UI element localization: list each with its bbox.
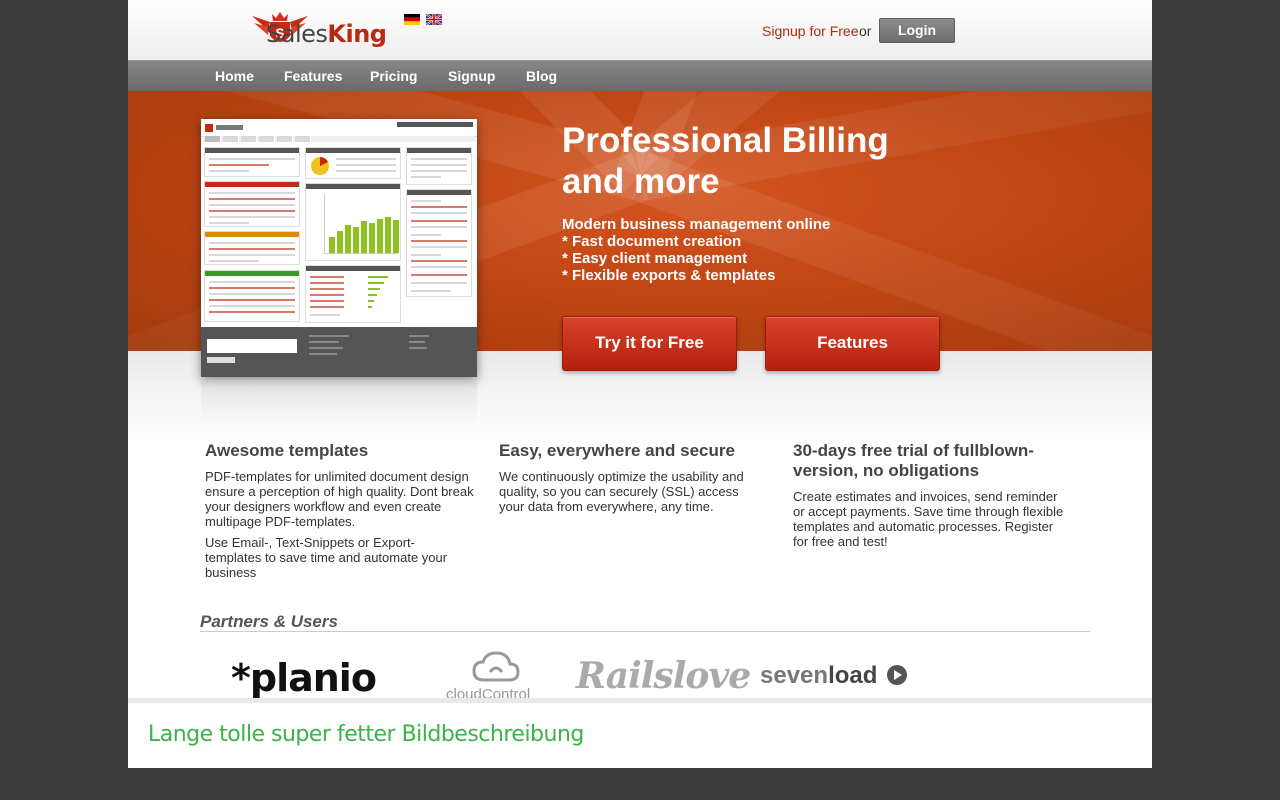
main-nav: Home Features Pricing Signup Blog [128, 60, 1152, 91]
page: S SalesKing Signup for Free or Login Hom… [128, 0, 1152, 768]
nav-item-signup[interactable]: Signup [448, 68, 495, 84]
nav-item-pricing[interactable]: Pricing [370, 68, 417, 84]
screenshot-panel [204, 181, 300, 227]
signup-link[interactable]: Signup for Free [762, 23, 859, 39]
screenshot-tab [241, 136, 257, 142]
partners-divider [200, 631, 1090, 632]
screenshot-tab [277, 136, 293, 142]
screenshot-panel [406, 147, 472, 185]
screenshot-panel [406, 189, 472, 297]
cloudcontrol-logo-icon[interactable] [470, 650, 522, 688]
nav-item-home[interactable]: Home [215, 68, 254, 84]
hero-subtitle-line: * Easy client management [562, 250, 748, 267]
screenshot-logo-icon [205, 124, 243, 132]
screenshot-panel [305, 265, 401, 323]
screenshot-footer [201, 327, 477, 377]
play-icon [887, 665, 907, 685]
caption-divider [128, 698, 1152, 703]
nav-item-blog[interactable]: Blog [526, 68, 557, 84]
feature-title: 30-days free trial of fullblown-version,… [793, 441, 1034, 480]
hero-title: Professional Billing and more [562, 121, 889, 201]
features-button[interactable]: Features [765, 316, 940, 371]
image-caption: Lange tolle super fetter Bildbeschreibun… [148, 722, 584, 747]
feature-body: Create estimates and invoices, send remi… [793, 489, 1064, 549]
feature-body: Use Email-, Text-Snippets or Export-temp… [205, 535, 448, 580]
try-for-free-button[interactable]: Try it for Free [562, 316, 737, 371]
feature-body: PDF-templates for unlimited document des… [205, 469, 474, 529]
mini-bar-chart [324, 194, 399, 254]
screenshot-tab [205, 136, 221, 142]
feature-body: We continuously optimize the usability a… [499, 469, 744, 514]
partners-title: Partners & Users [200, 612, 338, 631]
german-flag-icon[interactable] [404, 14, 420, 25]
sevenload-logo[interactable]: sevenload [760, 662, 877, 690]
screenshot-tab [295, 136, 311, 142]
hero-subtitle: Modern business management online * Fast… [562, 216, 830, 284]
screenshot-panel [204, 270, 300, 322]
screenshot-panel [204, 147, 300, 177]
screenshot-tab [223, 136, 239, 142]
logo-text[interactable]: SalesKing [266, 20, 387, 48]
screenshot-panel [204, 231, 300, 265]
header: S SalesKing Signup for Free or Login [128, 0, 1152, 60]
hero-subtitle-line: * Flexible exports & templates [562, 267, 776, 284]
hero-subtitle-line: Modern business management online [562, 216, 831, 233]
feature-title: Easy, everywhere and secure [499, 441, 735, 460]
app-screenshot [201, 119, 477, 377]
login-button[interactable]: Login [879, 18, 955, 43]
screenshot-tab [259, 136, 275, 142]
screenshot-searchbar [397, 122, 473, 127]
nav-item-features[interactable]: Features [284, 68, 342, 84]
pie-chart-icon [311, 157, 329, 175]
or-text: or [859, 23, 872, 39]
hero-subtitle-line: * Fast document creation [562, 233, 742, 250]
british-flag-icon[interactable] [426, 14, 442, 25]
railslove-logo[interactable]: Railslove [576, 655, 751, 697]
screenshot-reflection [201, 379, 477, 424]
screenshot-panel [305, 183, 401, 261]
screenshot-panel [305, 147, 401, 179]
planio-logo[interactable]: *planio [231, 656, 377, 700]
feature-title: Awesome templates [205, 441, 369, 460]
